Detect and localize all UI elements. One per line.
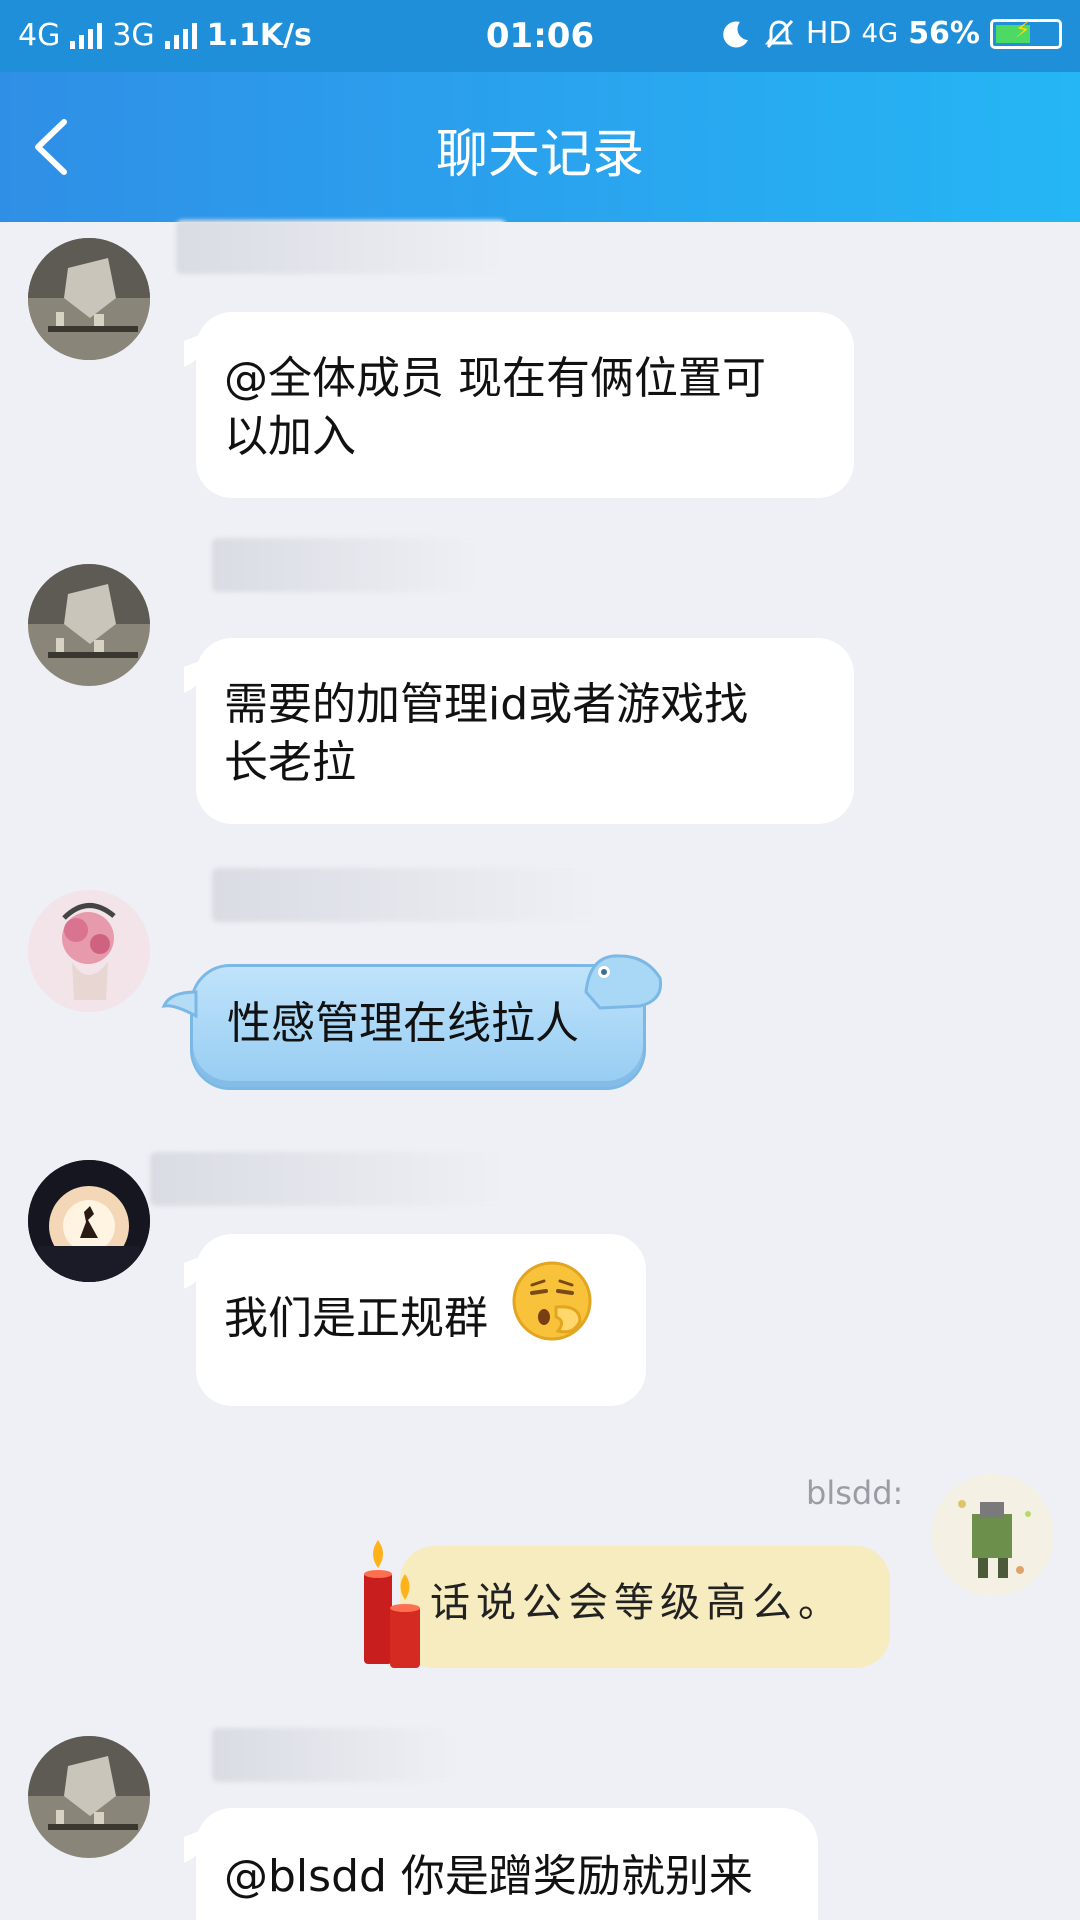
message-bubble[interactable]: 我们是正规群 (196, 1234, 646, 1406)
avatar[interactable] (932, 1474, 1054, 1596)
message-text: 长老拉 (224, 737, 356, 788)
message-bubble-outgoing[interactable]: 话说公会等级高么。 (400, 1546, 890, 1668)
message-text: 话说公会等级高么。 (430, 1580, 844, 1626)
message-text: @blsdd 你是蹭奖励就别来 (224, 1851, 753, 1902)
page-title: 聊天记录 (435, 125, 644, 185)
avatar-image (28, 238, 150, 360)
avatar-image (28, 564, 150, 686)
sender-name-redacted (150, 1152, 510, 1206)
avatar-image (28, 1736, 150, 1858)
moon-icon (723, 20, 748, 47)
message-text: 需要的加管理id或者游戏找 (224, 679, 749, 730)
sender-name-redacted (212, 538, 482, 592)
sender-name-redacted (212, 868, 602, 922)
sender-name: blsdd: (806, 1474, 904, 1512)
status-bar: 4G 3G 1.1K/s 01:06 HD 4G 56% ⚡ (0, 0, 1080, 72)
header-bar: 聊天记录 (0, 72, 1080, 222)
message-bubble[interactable]: @全体成员 现在有俩位置可 以加入 (196, 312, 854, 498)
avatar[interactable] (28, 890, 150, 1012)
candle-ornament-icon (364, 1540, 420, 1668)
message-bubble[interactable]: 需要的加管理id或者游戏找 长老拉 (196, 638, 854, 824)
mute-bell-icon (764, 19, 793, 48)
network-type-3: 4G (861, 18, 899, 49)
message-bubble[interactable]: 性感管理在线拉人 (190, 964, 646, 1090)
charging-icon: ⚡ (1015, 17, 1031, 43)
sender-name-redacted (212, 1728, 462, 1782)
status-right: HD 4G 56% ⚡ (720, 16, 1062, 51)
message-bubble[interactable]: @blsdd 你是蹭奖励就别来 (196, 1808, 818, 1920)
avatar-image (932, 1474, 1054, 1596)
avatar[interactable] (28, 1736, 150, 1858)
message-text: 以加入 (224, 411, 356, 462)
pensive-emoji-icon (512, 1261, 592, 1341)
avatar[interactable] (28, 1160, 150, 1282)
avatar[interactable] (28, 238, 150, 360)
message-text: @全体成员 现在有俩位置可 (224, 353, 766, 404)
message-text: 我们是正规群 (224, 1293, 488, 1344)
avatar[interactable] (28, 564, 150, 686)
message-text: 性感管理在线拉人 (227, 998, 579, 1049)
avatar-image (28, 890, 150, 1012)
battery-icon: ⚡ (990, 17, 1062, 49)
hd-indicator: HD (805, 16, 852, 51)
sender-name-redacted (176, 220, 506, 274)
battery-percent: 56% (908, 16, 980, 51)
avatar-image (28, 1160, 150, 1282)
whale-tail-icon (161, 990, 198, 1019)
whale-bubble-ornament-icon (584, 954, 663, 1010)
